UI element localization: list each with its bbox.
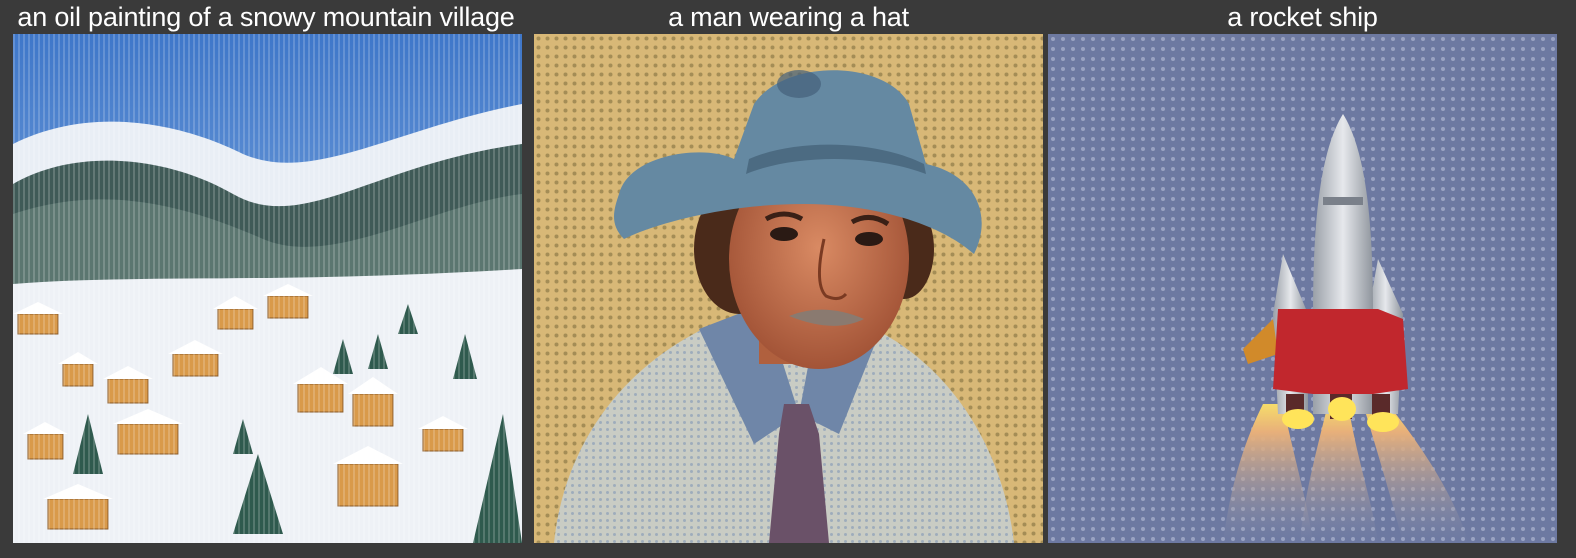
panel-village: an oil painting of a snowy mountain vill… — [13, 0, 522, 558]
village-painting-image — [13, 34, 522, 543]
panel-rocket: a rocket ship — [1048, 0, 1557, 558]
man-wearing-hat-image — [534, 34, 1043, 543]
rocket-ship-image — [1048, 34, 1557, 543]
panel-caption: a man wearing a hat — [668, 2, 909, 32]
image-grid: an oil painting of a snowy mountain vill… — [0, 0, 1576, 558]
panel-caption: an oil painting of a snowy mountain vill… — [17, 2, 515, 32]
panel-man-hat: a man wearing a hat — [534, 0, 1043, 558]
panel-caption: a rocket ship — [1227, 2, 1378, 32]
